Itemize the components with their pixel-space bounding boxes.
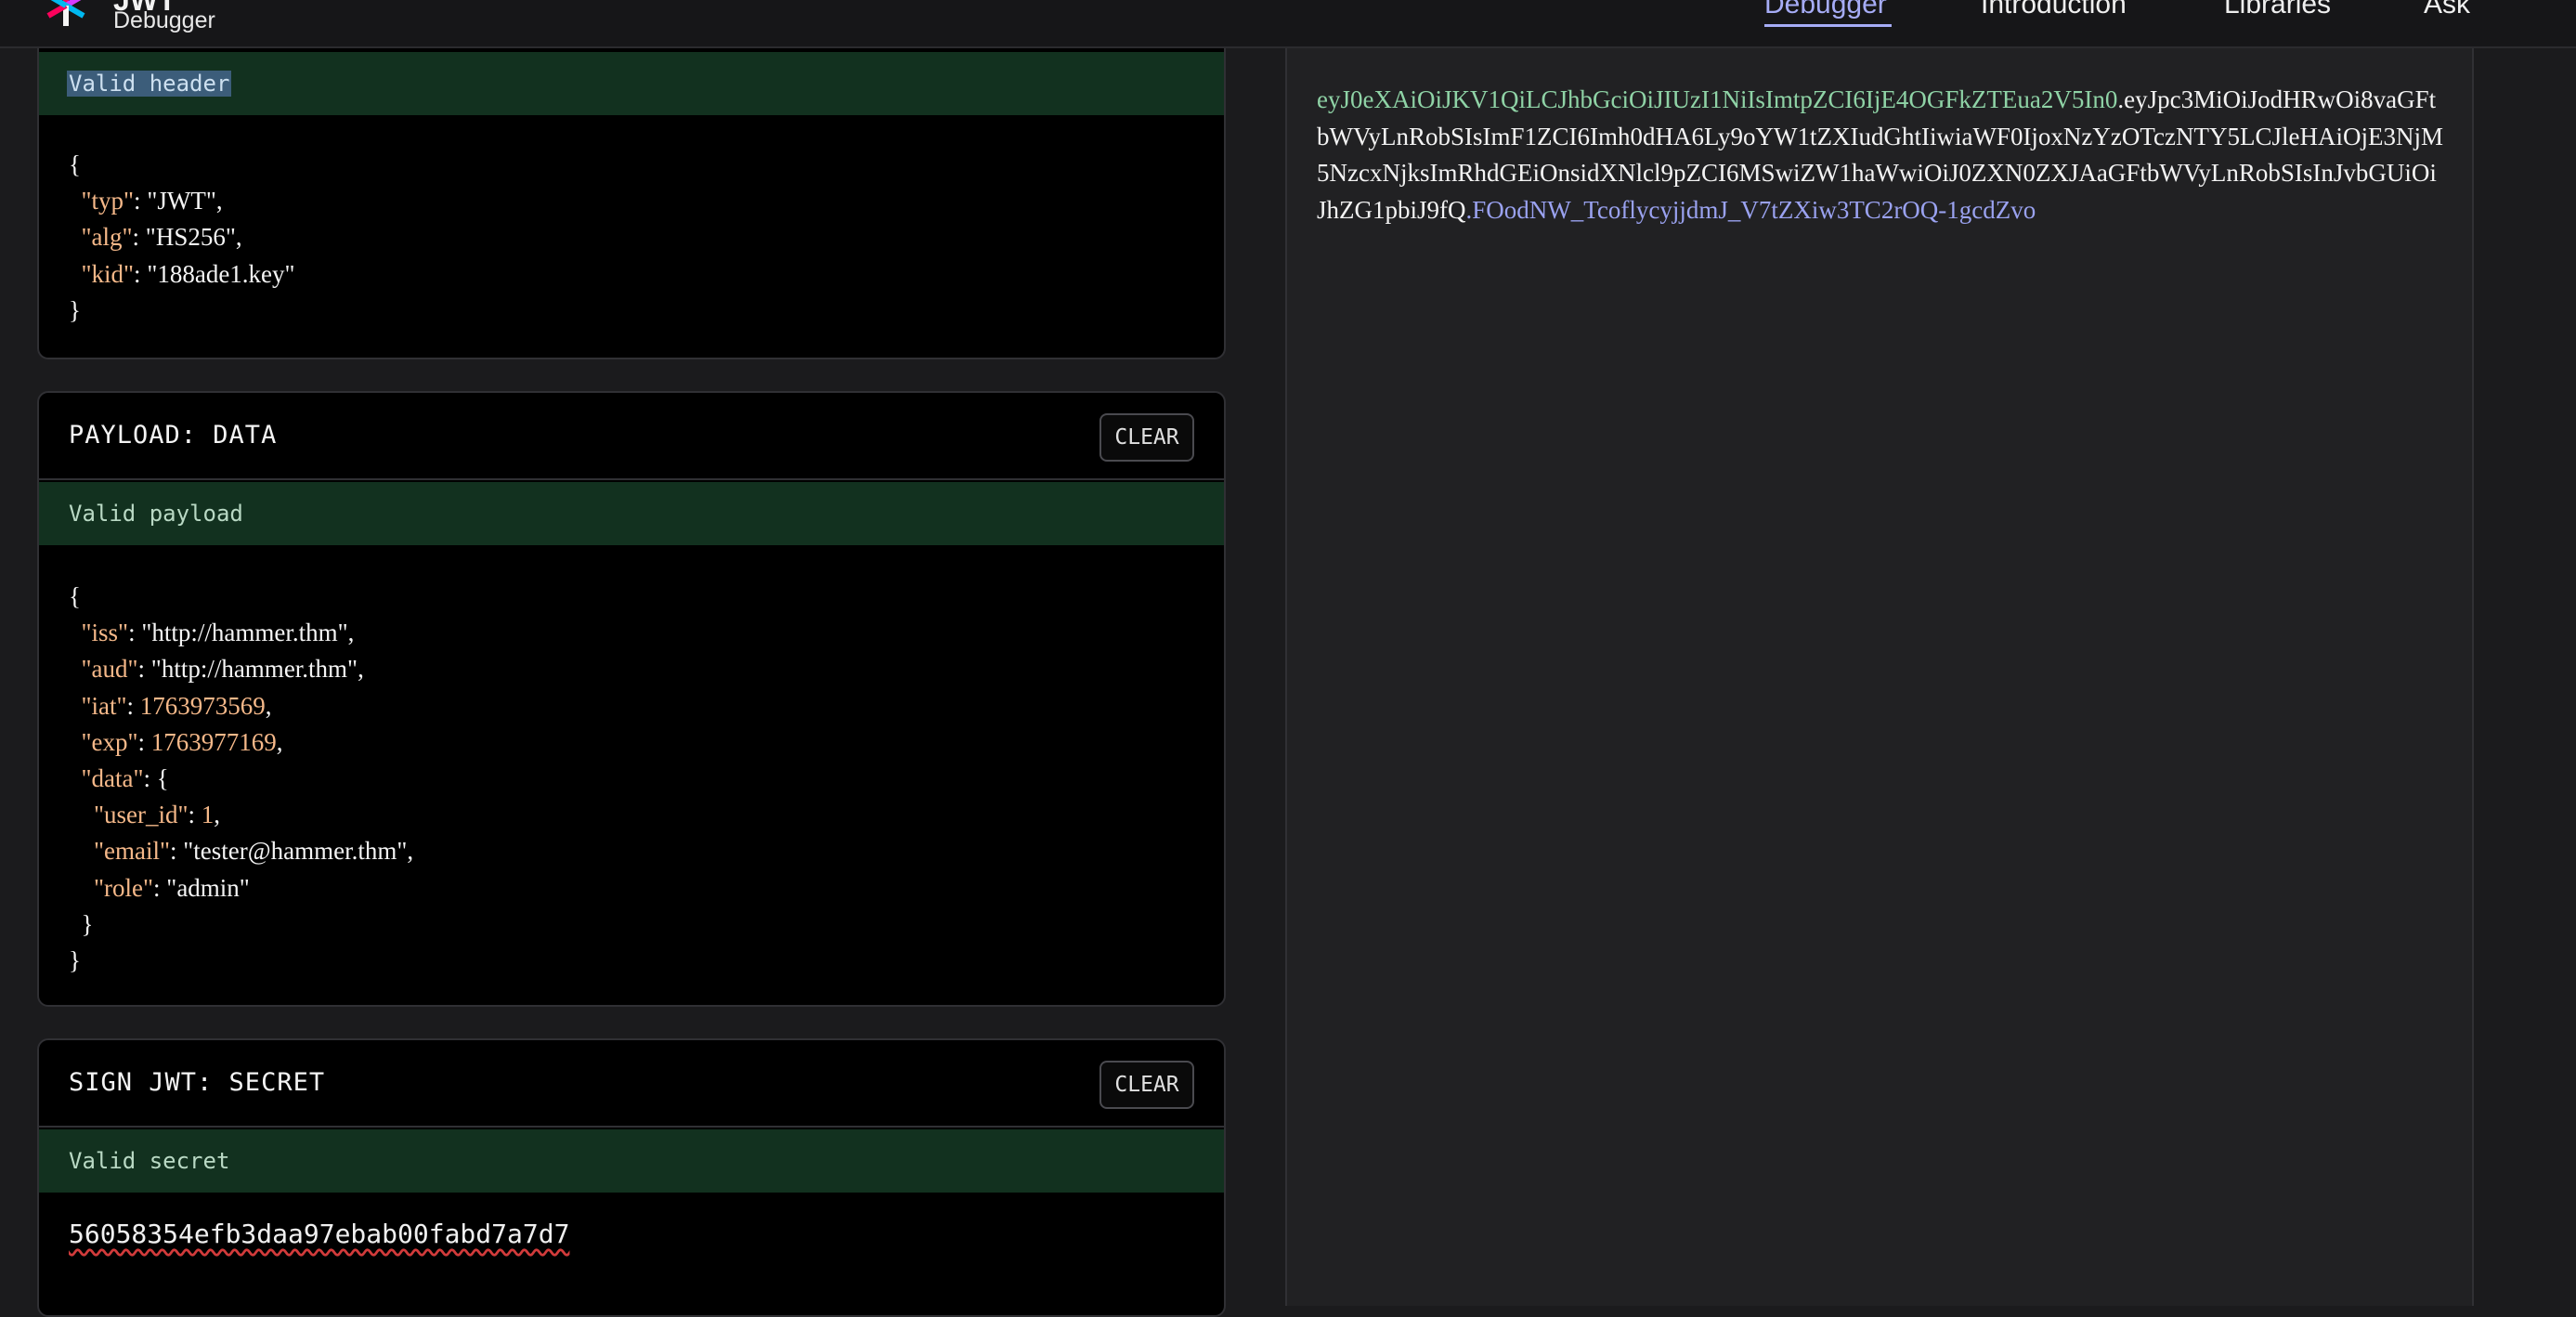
payload-panel: PAYLOAD: DATA CLEAR Valid payload { "iss… xyxy=(37,391,1226,1007)
secret-status-text: Valid secret xyxy=(69,1148,230,1174)
nav-active-indicator xyxy=(1764,24,1892,27)
payload-panel-title: PAYLOAD: DATA xyxy=(69,421,278,450)
payload-json-editor[interactable]: { "iss": "http://hammer.thm", "aud": "ht… xyxy=(69,579,413,979)
payload-clear-button[interactable]: CLEAR xyxy=(1099,413,1194,462)
header-status-text: Valid header xyxy=(67,71,232,97)
encoded-token-panel: eyJ0eXAiOiJKV1QiLCJhbGciOiJIUzI1NiIsImtp… xyxy=(1285,48,2474,1306)
secret-panel-title: SIGN JWT: SECRET xyxy=(69,1068,326,1097)
secret-panel: SIGN JWT: SECRET CLEAR Valid secret 5605… xyxy=(37,1038,1226,1317)
payload-panel-header: PAYLOAD: DATA CLEAR xyxy=(39,393,1224,480)
secret-clear-button[interactable]: CLEAR xyxy=(1099,1061,1194,1109)
header-status-bar: Valid header xyxy=(39,52,1224,115)
payload-status-bar: Valid payload xyxy=(39,482,1224,545)
header-json-editor[interactable]: { "typ": "JWT", "alg": "HS256", "kid": "… xyxy=(69,147,295,329)
nav-libraries[interactable]: Libraries xyxy=(2224,0,2331,20)
top-navigation-bar: JWT Debugger Debugger Introduction Libra… xyxy=(0,0,2576,48)
header-panel: Valid header { "typ": "JWT", "alg": "HS2… xyxy=(37,48,1226,359)
nav-debugger[interactable]: Debugger xyxy=(1764,0,1887,20)
encoded-token-editor[interactable]: eyJ0eXAiOiJKV1QiLCJhbGciOiJIUzI1NiIsImtp… xyxy=(1317,82,2446,228)
secret-panel-header: SIGN JWT: SECRET CLEAR xyxy=(39,1040,1224,1128)
payload-status-text: Valid payload xyxy=(69,501,243,527)
nav-introduction[interactable]: Introduction xyxy=(1981,0,2127,20)
nav-ask[interactable]: Ask xyxy=(2424,0,2470,20)
secret-input[interactable]: 56058354efb3daa97ebab00fabd7a7d7 xyxy=(69,1219,569,1249)
secret-status-bar: Valid secret xyxy=(39,1129,1224,1193)
token-header-segment: eyJ0eXAiOiJKV1QiLCJhbGciOiJIUzI1NiIsImtp… xyxy=(1317,85,2118,113)
brand-subtitle: Debugger xyxy=(113,7,215,33)
token-signature-segment: FOodNW_TcoflycyjjdmJ_V7tZXiw3TC2rOQ-1gcd… xyxy=(1472,195,2036,224)
secret-input-area[interactable]: 56058354efb3daa97ebab00fabd7a7d7 xyxy=(39,1193,1224,1315)
jwt-logo-icon[interactable] xyxy=(41,0,91,32)
